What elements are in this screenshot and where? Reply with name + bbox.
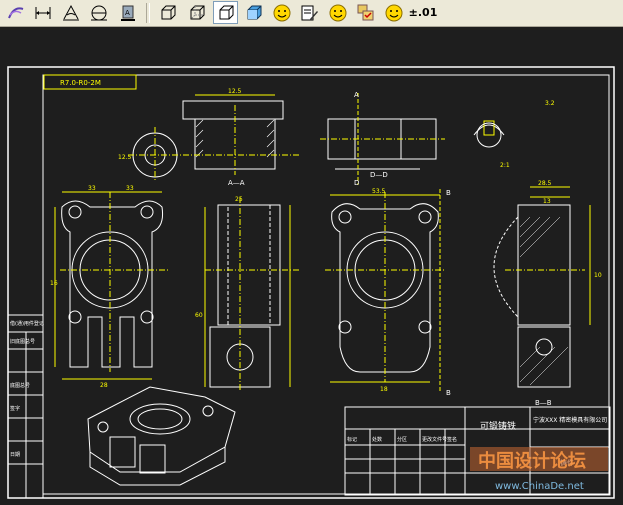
dimension-style-button[interactable] — [4, 1, 28, 24]
left-stamp-2: 旧底图总号 — [10, 338, 35, 345]
title-block-col-1: 标记 — [347, 436, 357, 443]
dim-side-top: 25 — [235, 196, 243, 203]
section-aa-view: 12.5 12.5 — [118, 88, 300, 182]
isometric-view — [87, 386, 236, 486]
title-block-col-3: 分区 — [397, 436, 407, 443]
wireframe-box-icon — [161, 5, 176, 19]
linear-dimension-button[interactable] — [31, 1, 55, 24]
smiley-icon — [273, 4, 291, 21]
toolbar: A ±.01 — [0, 0, 623, 27]
shaded-box-icon — [219, 5, 233, 19]
dimension-style-icon — [8, 6, 24, 18]
title-block-col-5: 签名 — [447, 436, 457, 443]
inner-border — [42, 74, 610, 495]
svg-text:A: A — [125, 9, 130, 17]
checklist-icon — [357, 4, 374, 20]
section-bb-label: B—B — [535, 399, 552, 407]
detail-scale: 2:1 — [500, 162, 510, 169]
detail-view — [473, 120, 505, 148]
left-stamp-rows — [8, 331, 43, 498]
front-view-left — [54, 191, 170, 380]
section-aa-label: A—A — [228, 179, 245, 187]
left-stamp-5: 日期 — [10, 452, 20, 458]
dim-center-bottom: 18 — [380, 386, 388, 393]
title-block-part-name: 可锻铸铁 — [480, 420, 516, 432]
dim-front-side: 16 — [50, 280, 58, 287]
hidden-line-box-button[interactable] — [185, 1, 209, 24]
smiley-button-1[interactable] — [270, 1, 294, 24]
left-stamp-1: 借(通)用件登记 — [10, 320, 44, 327]
mark-a-top: A — [354, 91, 359, 99]
title-block-company: 宁波XXX 精密模具有限公司 — [533, 416, 607, 424]
dim-bb-2: 13 — [543, 198, 551, 205]
radius-dimension-button[interactable] — [87, 1, 111, 24]
watermark-text: 中国设计论坛 — [478, 450, 586, 472]
side-view-middle — [204, 197, 300, 392]
left-stamp-3: 底图总号 — [10, 382, 30, 389]
dim-bb-3: 10 — [594, 272, 602, 279]
dim-front-top-2: 33 — [126, 185, 134, 192]
dim-side-height: 60 — [195, 312, 203, 319]
datum-button[interactable]: A — [116, 1, 140, 24]
surface-note: 3.2 — [545, 100, 555, 107]
title-block-col-2: 处数 — [372, 436, 382, 443]
dim-aa-left: 12.5 — [118, 154, 132, 161]
datum-icon: A — [121, 5, 135, 21]
precision-label: ±.01 — [408, 6, 438, 19]
sheet-border — [7, 66, 615, 499]
smiley-icon — [329, 4, 347, 21]
linear-dimension-icon — [35, 6, 51, 19]
shaded-box-button[interactable] — [213, 1, 238, 24]
top-left-note: R7.0-R0-2M — [60, 79, 101, 87]
center-view — [325, 189, 445, 392]
watermark-url: www.ChinaDe.net — [495, 481, 584, 492]
mark-b-top: B — [446, 189, 451, 197]
dim-front-bottom: 28 — [100, 382, 108, 389]
dim-aa-top: 12.5 — [228, 88, 242, 95]
dim-front-top: 33 — [88, 185, 96, 192]
smiley-button-3[interactable] — [382, 1, 406, 24]
note-button[interactable] — [297, 1, 321, 24]
section-bb-view — [493, 186, 591, 388]
wireframe-box-button[interactable] — [156, 1, 180, 24]
smiley-button-2[interactable] — [326, 1, 350, 24]
solid-box-button[interactable] — [242, 1, 266, 24]
mark-d: D — [354, 179, 359, 187]
title-block-col-4: 更改文件号 — [422, 436, 447, 443]
smiley-icon — [385, 4, 403, 21]
solid-box-icon — [247, 5, 262, 19]
mark-b-bottom: B — [446, 389, 451, 397]
checklist-button[interactable] — [354, 1, 378, 24]
radius-dimension-icon — [91, 5, 107, 20]
note-pencil-icon — [301, 5, 318, 20]
precision-button[interactable]: ±.01 — [408, 1, 438, 24]
section-dd-label: D—D — [370, 171, 388, 179]
left-stamp-4: 签字 — [10, 405, 20, 412]
drawing-canvas[interactable]: R7.0-R0-2M 借(通)用件登记 旧底图总号 底图总号 签字 日期 12.… — [0, 27, 623, 501]
angular-dimension-icon — [63, 4, 79, 20]
dim-center-top: 53.5 — [372, 188, 386, 195]
dim-bb-1: 28.5 — [538, 180, 552, 187]
hidden-line-box-icon — [190, 5, 205, 19]
angular-dimension-button[interactable] — [59, 1, 83, 24]
